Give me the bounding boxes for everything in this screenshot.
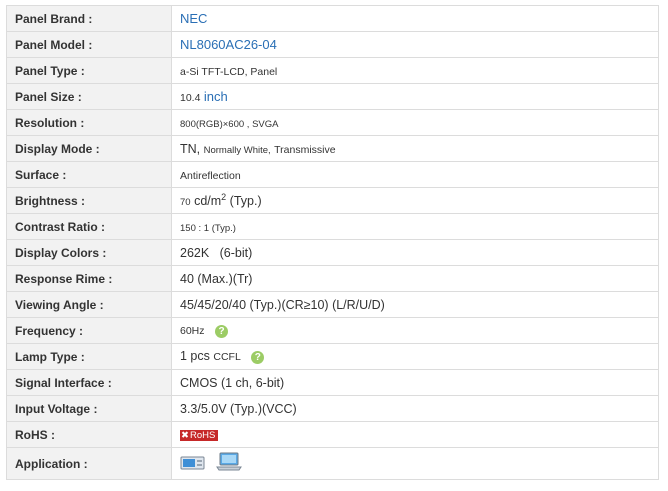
table-row: Display Colors : 262K (6-bit) xyxy=(6,239,659,266)
table-row: Contrast Ratio : 150 : 1 (Typ.) xyxy=(6,213,659,240)
table-row: Lamp Type : 1 pcs CCFL ? xyxy=(6,343,659,370)
row-value: 10.4 inch xyxy=(171,83,659,110)
row-value: 70 cd/m2 (Typ.) xyxy=(171,187,659,214)
laptop-icon[interactable] xyxy=(215,452,243,475)
input-voltage-value: 3.3/5.0V (Typ.)(VCC) xyxy=(180,401,297,416)
row-value xyxy=(171,447,659,480)
brightness-unit: cd/m xyxy=(194,194,222,209)
row-value: NL8060AC26-04 xyxy=(171,31,659,58)
table-row: Panel Model : NL8060AC26-04 xyxy=(6,31,659,58)
row-label: Display Colors : xyxy=(6,239,172,266)
row-label: Input Voltage : xyxy=(6,395,172,422)
row-label: Viewing Angle : xyxy=(6,291,172,318)
table-row: Panel Size : 10.4 inch xyxy=(6,83,659,110)
row-label: Panel Type : xyxy=(6,57,172,84)
row-value: 800(RGB)×600 , SVGA xyxy=(171,109,659,136)
table-row: RoHS : ✖RoHS xyxy=(6,421,659,448)
row-label: Frequency : xyxy=(6,317,172,344)
table-row: Application : xyxy=(6,447,659,480)
brightness-unit-sup: 2 xyxy=(221,192,227,203)
lamp-count-value: 1 pcs xyxy=(180,349,210,364)
row-value: TN, Normally White, Transmissive xyxy=(171,135,659,162)
row-label: Display Mode : xyxy=(6,135,172,162)
row-label: Application : xyxy=(6,447,172,480)
signal-interface-value: CMOS (1 ch, 6-bit) xyxy=(180,375,285,390)
display-colors-value: 262K (6-bit) xyxy=(180,245,253,260)
row-value: 1 pcs CCFL ? xyxy=(171,343,659,370)
row-label: Panel Size : xyxy=(6,83,172,110)
table-row: Resolution : 800(RGB)×600 , SVGA xyxy=(6,109,659,136)
brand-link[interactable]: NEC xyxy=(180,11,207,26)
row-label: Panel Brand : xyxy=(6,5,172,32)
table-row: Input Voltage : 3.3/5.0V (Typ.)(VCC) xyxy=(6,395,659,422)
row-label: Signal Interface : xyxy=(6,369,172,396)
brightness-number: 70 xyxy=(180,197,191,209)
contrast-value: 150 : 1 (Typ.) xyxy=(180,222,236,234)
row-value: ✖RoHS xyxy=(171,421,659,448)
resolution-value: 800(RGB)×600 , SVGA xyxy=(180,118,279,130)
table-row: Signal Interface : CMOS (1 ch, 6-bit) xyxy=(6,369,659,396)
row-label: Brightness : xyxy=(6,187,172,214)
display-mode-suffix: Transmissive xyxy=(274,143,336,156)
row-label: Contrast Ratio : xyxy=(6,213,172,240)
panel-type-value: a-Si TFT-LCD, Panel xyxy=(180,65,278,78)
question-icon[interactable]: ? xyxy=(215,324,228,338)
display-mode-middle: Normally White, xyxy=(203,144,271,156)
viewing-angle-value: 45/45/20/40 (Typ.)(CR≥10) (L/R/U/D) xyxy=(180,297,385,312)
row-value: Antireflection xyxy=(171,161,659,188)
display-mode-prefix: TN, xyxy=(180,141,201,156)
row-value: 3.3/5.0V (Typ.)(VCC) xyxy=(171,395,659,422)
row-label: Lamp Type : xyxy=(6,343,172,370)
row-label: Response Rime : xyxy=(6,265,172,292)
row-value: 60Hz ? xyxy=(171,317,659,344)
spec-table: Panel Brand : NEC Panel Model : NL8060AC… xyxy=(6,5,659,480)
rohs-badge-label: RoHS xyxy=(189,429,216,441)
question-icon[interactable]: ? xyxy=(251,350,265,364)
row-value: CMOS (1 ch, 6-bit) xyxy=(171,369,659,396)
rohs-x-icon: ✖ xyxy=(181,429,189,441)
response-value: 40 (Max.)(Tr) xyxy=(180,271,253,286)
row-value: 45/45/20/40 (Typ.)(CR≥10) (L/R/U/D) xyxy=(171,291,659,318)
table-row: Viewing Angle : 45/45/20/40 (Typ.)(CR≥10… xyxy=(6,291,659,318)
row-label: Resolution : xyxy=(6,109,172,136)
model-link[interactable]: NL8060AC26-04 xyxy=(180,37,277,52)
table-row: Brightness : 70 cd/m2 (Typ.) xyxy=(6,187,659,214)
row-value: NEC xyxy=(171,5,659,32)
brightness-note: (Typ.) xyxy=(229,194,262,209)
row-label: Panel Model : xyxy=(6,31,172,58)
row-value: 262K (6-bit) xyxy=(171,239,659,266)
row-label: RoHS : xyxy=(6,421,172,448)
rohs-badge: ✖RoHS xyxy=(180,429,219,441)
table-row: Display Mode : TN, Normally White, Trans… xyxy=(6,135,659,162)
table-row: Response Rime : 40 (Max.)(Tr) xyxy=(6,265,659,292)
table-row: Frequency : 60Hz ? xyxy=(6,317,659,344)
row-value: 150 : 1 (Typ.) xyxy=(171,213,659,240)
row-value: a-Si TFT-LCD, Panel xyxy=(171,57,659,84)
size-unit-link[interactable]: inch xyxy=(204,89,228,104)
lamp-type-value: CCFL xyxy=(213,351,241,364)
surface-value: Antireflection xyxy=(180,169,241,182)
table-row: Surface : Antireflection xyxy=(6,161,659,188)
frequency-value: 60Hz xyxy=(180,325,205,338)
row-value: 40 (Max.)(Tr) xyxy=(171,265,659,292)
table-row: Panel Type : a-Si TFT-LCD, Panel xyxy=(6,57,659,84)
panel-size-value: 10.4 xyxy=(180,92,201,104)
row-label: Surface : xyxy=(6,161,172,188)
industrial-device-icon[interactable] xyxy=(180,453,206,474)
table-row: Panel Brand : NEC xyxy=(6,5,659,32)
